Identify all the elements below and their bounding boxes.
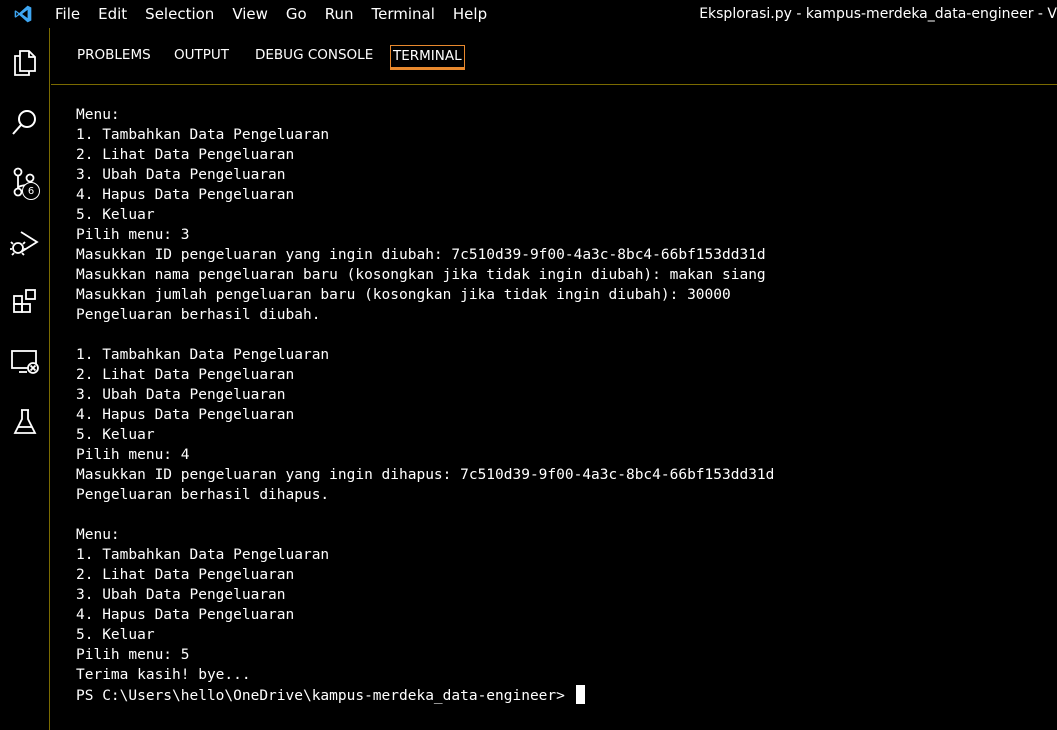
terminal-line: 1. Tambahkan Data Pengeluaran [76, 345, 1051, 365]
menu-go[interactable]: Go [277, 0, 316, 28]
terminal-line: 3. Ubah Data Pengeluaran [76, 585, 1051, 605]
extensions-icon[interactable] [0, 278, 50, 326]
terminal-line-text: 4. Hapus Data Pengeluaran [76, 187, 295, 203]
terminal-line-text: 4. Hapus Data Pengeluaran [76, 407, 295, 423]
terminal-line-text: 1. Tambahkan Data Pengeluaran [76, 547, 330, 563]
terminal-line: Pilih menu: 3 [76, 225, 1051, 245]
terminal-line: 1. Tambahkan Data Pengeluaran [76, 545, 1051, 565]
terminal-line-text: Masukkan ID pengeluaran yang ingin diuba… [76, 247, 766, 263]
menu-edit[interactable]: Edit [89, 0, 136, 28]
terminal-line: Pengeluaran berhasil dihapus. [76, 485, 1051, 505]
remote-explorer-icon[interactable] [0, 338, 50, 386]
menu-run[interactable]: Run [316, 0, 363, 28]
menu-terminal[interactable]: Terminal [363, 0, 444, 28]
terminal-line-text: Pilih menu: 4 [76, 447, 190, 463]
terminal-line-text: Terima kasih! bye... [76, 667, 251, 683]
terminal-line: 2. Lihat Data Pengeluaran [76, 145, 1051, 165]
terminal-line-text: 5. Keluar [76, 207, 155, 223]
tab-terminal[interactable]: TERMINAL [390, 45, 465, 70]
vscode-logo-icon[interactable] [0, 0, 46, 28]
terminal-line: Masukkan jumlah pengeluaran baru (kosong… [76, 285, 1051, 305]
explorer-icon[interactable] [0, 38, 50, 86]
terminal-line-text: 1. Tambahkan Data Pengeluaran [76, 347, 330, 363]
menu-file[interactable]: File [46, 0, 89, 28]
terminal-line: Pilih menu: 5 [76, 645, 1051, 665]
activity-bar: 6 [0, 28, 50, 730]
run-debug-icon[interactable] [0, 218, 50, 266]
menu-selection[interactable]: Selection [136, 0, 223, 28]
terminal-line-text: 2. Lihat Data Pengeluaran [76, 147, 295, 163]
terminal-line-text: 3. Ubah Data Pengeluaran [76, 387, 286, 403]
terminal-line-text: Pilih menu: 3 [76, 227, 190, 243]
terminal-line-text: 2. Lihat Data Pengeluaran [76, 567, 295, 583]
terminal-line: 4. Hapus Data Pengeluaran [76, 185, 1051, 205]
window-title: Eksplorasi.py - kampus-merdeka_data-engi… [699, 6, 1057, 22]
terminal-line: 3. Ubah Data Pengeluaran [76, 165, 1051, 185]
terminal-line: Masukkan ID pengeluaran yang ingin dihap… [76, 465, 1051, 485]
panel-tab-bar: PROBLEMS OUTPUT DEBUG CONSOLE TERMINAL [51, 28, 1057, 85]
terminal-line-text: 5. Keluar [76, 627, 155, 643]
terminal-line-text: Menu: [76, 527, 120, 543]
terminal-line: Pilih menu: 4 [76, 445, 1051, 465]
terminal-line-text: Pengeluaran berhasil diubah. [76, 307, 321, 323]
terminal-output[interactable]: Menu: 1. Tambahkan Data Pengeluaran 2. Lih… [76, 105, 1051, 705]
terminal-line: 4. Hapus Data Pengeluaran [76, 605, 1051, 625]
terminal-line: 5. Keluar [76, 625, 1051, 645]
terminal-line: Masukkan ID pengeluaran yang ingin diuba… [76, 245, 1051, 265]
bottom-panel: PROBLEMS OUTPUT DEBUG CONSOLE TERMINAL M… [51, 28, 1057, 730]
menu-view[interactable]: View [223, 0, 277, 28]
terminal-line: 5. Keluar [76, 425, 1051, 445]
terminal-line-text: Pilih menu: 5 [76, 647, 190, 663]
terminal-line-text: Masukkan jumlah pengeluaran baru (kosong… [76, 287, 731, 303]
terminal-line-text: 1. Tambahkan Data Pengeluaran [76, 127, 330, 143]
terminal-line-text: 3. Ubah Data Pengeluaran [76, 587, 286, 603]
terminal-line: 3. Ubah Data Pengeluaran [76, 385, 1051, 405]
terminal-line-text: 2. Lihat Data Pengeluaran [76, 367, 295, 383]
title-bar: File Edit Selection View Go Run Terminal… [0, 0, 1057, 28]
terminal-prompt: PS C:\Users\hello\OneDrive\kampus-merdek… [76, 685, 1051, 705]
terminal-line: Masukkan nama pengeluaran baru (kosongka… [76, 265, 1051, 285]
menu-help[interactable]: Help [444, 0, 496, 28]
source-control-badge: 6 [22, 182, 40, 200]
terminal-line: 2. Lihat Data Pengeluaran [76, 565, 1051, 585]
terminal-line-text: Pengeluaran berhasil dihapus. [76, 487, 330, 503]
source-control-icon[interactable]: 6 [0, 158, 50, 206]
terminal-cursor [575, 685, 585, 704]
terminal-line: 2. Lihat Data Pengeluaran [76, 365, 1051, 385]
tab-output[interactable]: OUTPUT [173, 45, 230, 70]
terminal-line: 4. Hapus Data Pengeluaran [76, 405, 1051, 425]
testing-icon[interactable] [0, 398, 50, 446]
terminal-line-text: PS C:\Users\hello\OneDrive\kampus-merdek… [76, 688, 574, 704]
terminal-line-text: 4. Hapus Data Pengeluaran [76, 607, 295, 623]
terminal-line: 5. Keluar [76, 205, 1051, 225]
terminal-line-text: Masukkan ID pengeluaran yang ingin dihap… [76, 467, 775, 483]
terminal-line: Terima kasih! bye... [76, 665, 1051, 685]
terminal-line-text: Menu: [76, 107, 120, 123]
terminal-line: Menu: [76, 525, 1051, 545]
terminal-line-text: Masukkan nama pengeluaran baru (kosongka… [76, 267, 766, 283]
search-icon[interactable] [0, 98, 50, 146]
terminal-line: Pengeluaran berhasil diubah. [76, 305, 1051, 325]
terminal-line-text: 3. Ubah Data Pengeluaran [76, 167, 286, 183]
tab-debug-console[interactable]: DEBUG CONSOLE [254, 45, 374, 70]
tab-problems[interactable]: PROBLEMS [76, 45, 152, 70]
terminal-line-text: 5. Keluar [76, 427, 155, 443]
terminal-line: 1. Tambahkan Data Pengeluaran [76, 125, 1051, 145]
terminal-line: Menu: [76, 105, 1051, 125]
